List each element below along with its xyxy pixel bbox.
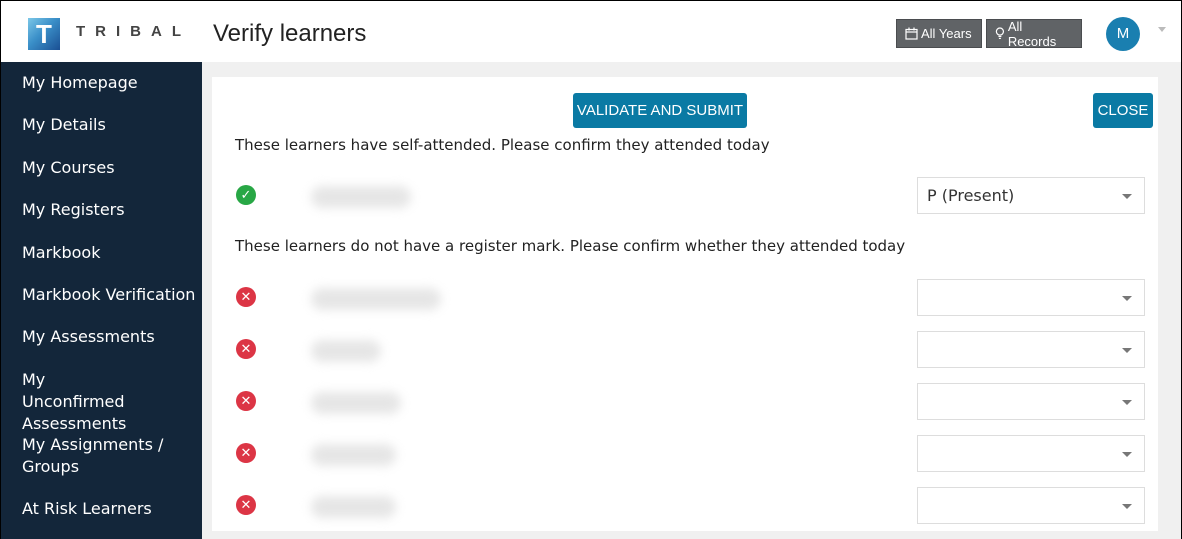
attendance-mark-select[interactable]: P (Present)	[917, 177, 1145, 214]
attendance-mark-select[interactable]	[917, 383, 1145, 420]
top-bar: T TRIBAL Verify learners All Years All R…	[1, 1, 1181, 62]
calendar-icon	[905, 27, 918, 40]
learner-name	[311, 288, 441, 310]
sidebar: My Homepage My Details My Courses My Reg…	[1, 62, 202, 539]
chevron-down-icon	[1122, 504, 1132, 509]
x-circle-icon: ✕	[236, 287, 256, 307]
attendance-mark-select[interactable]	[917, 435, 1145, 472]
lightbulb-icon	[995, 27, 1005, 39]
brand-name: TRIBAL	[76, 23, 191, 40]
x-circle-icon: ✕	[236, 339, 256, 359]
sidebar-item-markbook-verification[interactable]: Markbook Verification	[22, 284, 197, 306]
learner-name	[311, 444, 396, 466]
sidebar-item-my-courses[interactable]: My Courses	[22, 157, 197, 179]
chevron-down-icon	[1122, 452, 1132, 457]
all-records-button[interactable]: All Records	[986, 18, 1082, 49]
learner-name	[311, 496, 396, 518]
x-circle-icon: ✕	[236, 495, 256, 515]
tribal-logo-icon: T	[28, 18, 60, 50]
sidebar-item-my-assignments-groups[interactable]: My Assignments / Groups	[22, 434, 172, 478]
x-circle-icon: ✕	[236, 443, 256, 463]
all-years-label: All Years	[921, 26, 972, 41]
user-menu-caret-icon[interactable]	[1158, 27, 1166, 32]
sidebar-item-my-unconfirmed-assessments[interactable]: My Unconfirmed Assessments	[22, 369, 152, 435]
x-circle-icon: ✕	[236, 391, 256, 411]
page-title: Verify learners	[213, 20, 367, 47]
check-circle-icon: ✓	[236, 185, 256, 205]
attendance-mark-select[interactable]	[917, 279, 1145, 316]
validate-and-submit-button[interactable]: VALIDATE AND SUBMIT	[573, 93, 747, 128]
sidebar-item-markbook[interactable]: Markbook	[22, 242, 197, 264]
sidebar-item-my-homepage[interactable]: My Homepage	[22, 72, 197, 94]
sidebar-item-at-risk-learners[interactable]: At Risk Learners	[22, 498, 197, 520]
user-avatar[interactable]: M	[1106, 17, 1140, 51]
learner-name	[311, 392, 401, 414]
sidebar-item-my-assessments[interactable]: My Assessments	[22, 326, 197, 348]
sidebar-item-my-registers[interactable]: My Registers	[22, 199, 197, 221]
chevron-down-icon	[1122, 400, 1132, 405]
attendance-mark-select[interactable]	[917, 487, 1145, 524]
self-attended-heading: These learners have self-attended. Pleas…	[235, 136, 770, 154]
chevron-down-icon	[1122, 348, 1132, 353]
all-years-button[interactable]: All Years	[896, 19, 982, 48]
sidebar-item-my-details[interactable]: My Details	[22, 114, 197, 136]
attendance-mark-select[interactable]	[917, 331, 1145, 368]
close-button[interactable]: CLOSE	[1093, 93, 1153, 128]
learner-name	[311, 340, 381, 362]
chevron-down-icon	[1122, 194, 1132, 199]
attendance-mark-value: P (Present)	[927, 186, 1015, 205]
learner-name	[311, 186, 411, 208]
chevron-down-icon	[1122, 296, 1132, 301]
all-records-label: All Records	[1007, 18, 1057, 49]
no-mark-heading: These learners do not have a register ma…	[235, 237, 906, 255]
